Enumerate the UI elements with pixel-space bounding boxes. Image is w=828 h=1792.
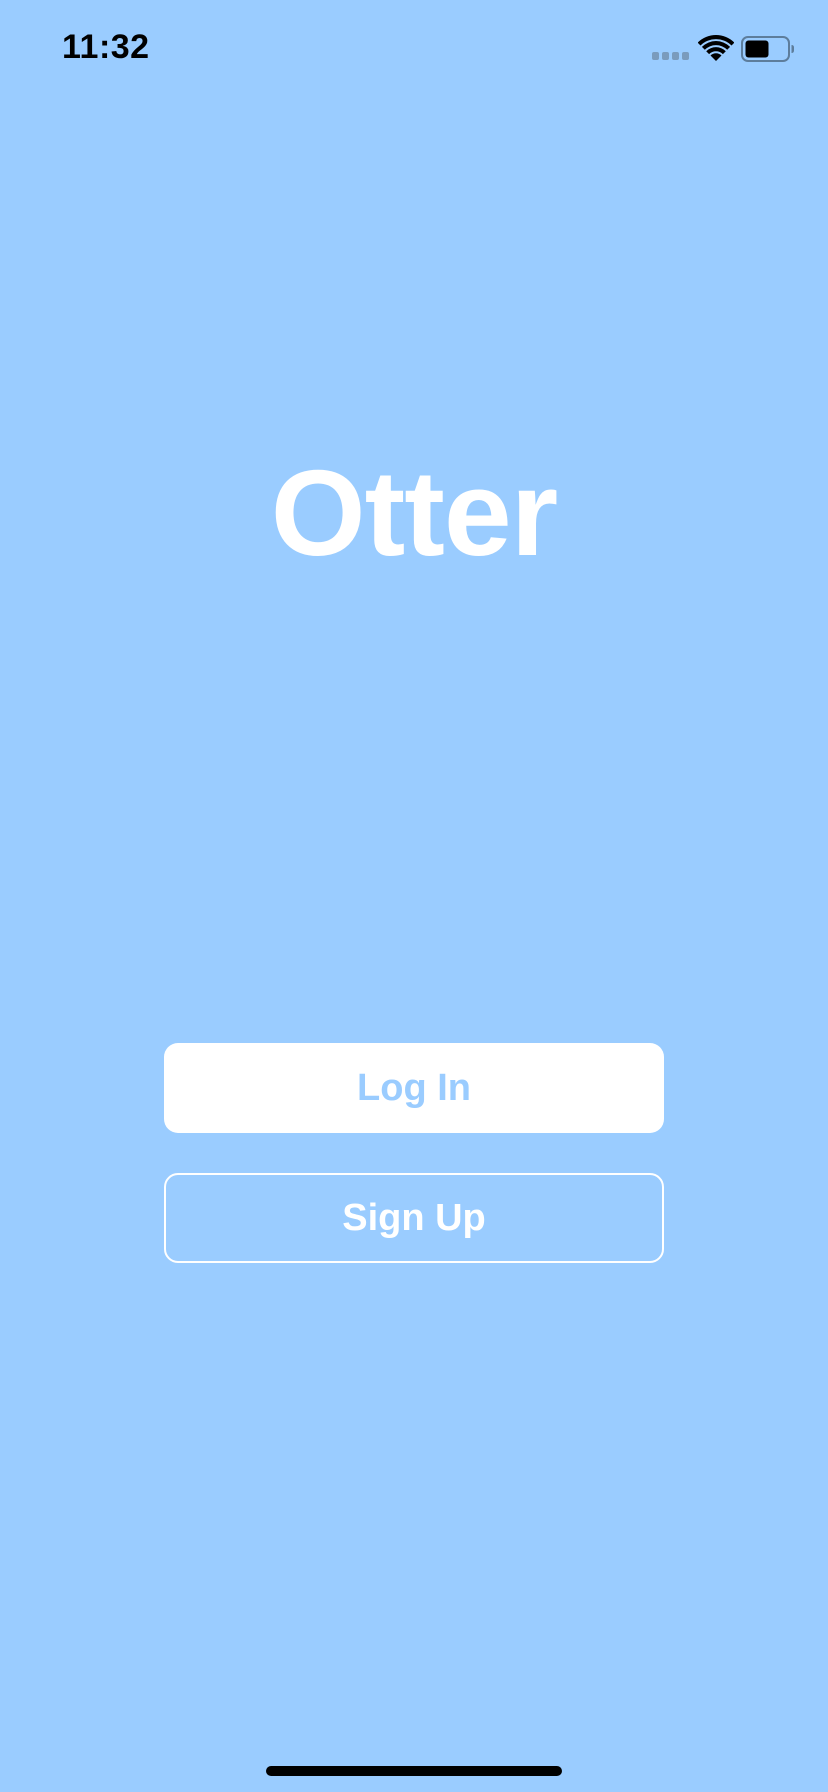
status-bar: 11:32: [0, 0, 828, 100]
wifi-icon: [698, 34, 734, 61]
app-title: Otter: [270, 445, 558, 581]
cellular-signal-icon: [652, 52, 690, 62]
signup-button[interactable]: Sign Up: [164, 1173, 664, 1263]
battery-icon: [741, 36, 794, 62]
status-time: 11:32: [62, 28, 150, 66]
home-indicator[interactable]: [266, 1766, 562, 1776]
login-button[interactable]: Log In: [164, 1043, 664, 1133]
